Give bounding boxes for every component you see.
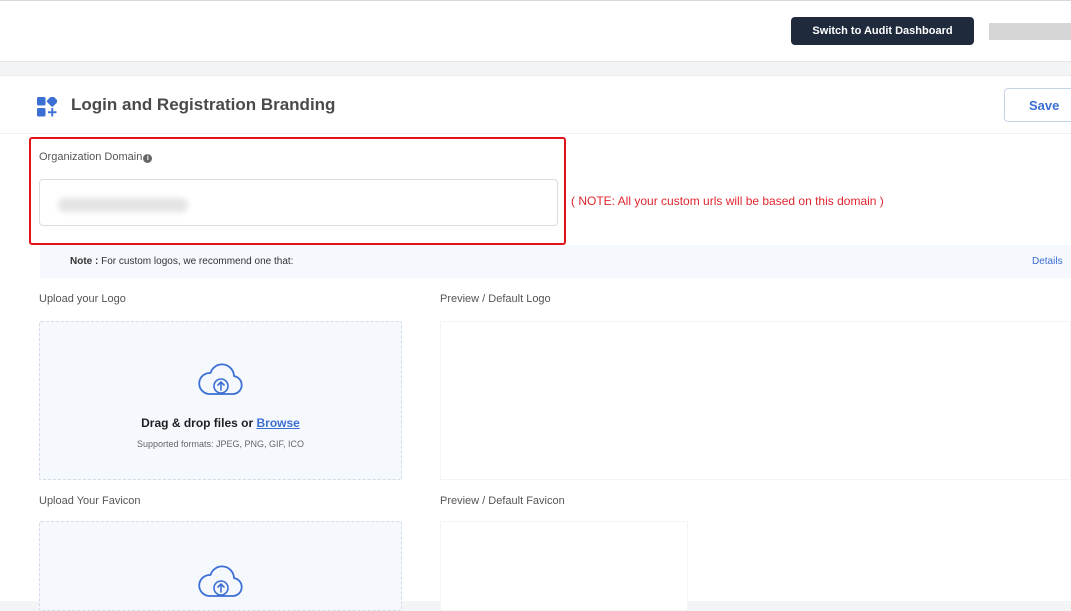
- favicon-dropzone[interactable]: [39, 521, 402, 611]
- apps-grid-icon: [37, 97, 57, 117]
- top-bar: Switch to Audit Dashboard: [0, 0, 1071, 62]
- switch-to-audit-dashboard-button[interactable]: Switch to Audit Dashboard: [791, 17, 974, 45]
- note-text: Note : For custom logos, we recommend on…: [70, 256, 293, 267]
- favicon-preview: [440, 521, 688, 611]
- note-prefix: Note :: [70, 256, 99, 267]
- browse-link[interactable]: Browse: [257, 416, 300, 430]
- preview-logo-label: Preview / Default Logo: [440, 293, 551, 305]
- info-icon[interactable]: i: [143, 154, 153, 163]
- logo-preview: [440, 321, 1071, 480]
- upload-logo-label: Upload your Logo: [39, 293, 126, 305]
- organization-domain-label: Organization Domain i: [39, 151, 153, 163]
- note-body: For custom logos, we recommend one that:: [98, 256, 294, 267]
- supported-formats: Supported formats: JPEG, PNG, GIF, ICO: [136, 439, 305, 449]
- drop-text: Drag & drop files or: [141, 416, 257, 430]
- organization-domain-label-text: Organization Domain: [39, 151, 143, 163]
- page-title: Login and Registration Branding: [71, 95, 336, 114]
- details-link[interactable]: Details: [1032, 256, 1063, 267]
- cloud-upload-icon: [198, 363, 243, 395]
- cloud-upload-icon: [198, 565, 243, 597]
- preview-favicon-label: Preview / Default Favicon: [440, 495, 565, 507]
- save-button[interactable]: Save: [1004, 88, 1071, 122]
- organization-domain-input[interactable]: [39, 179, 558, 226]
- domain-note: ( NOTE: All your custom urls will be bas…: [571, 194, 884, 208]
- drop-instruction: Drag & drop files or Browse: [40, 416, 401, 430]
- branding-panel: Login and Registration Branding Save Org…: [0, 75, 1071, 611]
- logo-note-bar: Note : For custom logos, we recommend on…: [40, 245, 1071, 278]
- user-menu-placeholder[interactable]: [989, 23, 1071, 40]
- blurred-domain-value: [58, 198, 188, 212]
- logo-dropzone[interactable]: Drag & drop files or Browse Supported fo…: [39, 321, 402, 480]
- panel-header: Login and Registration Branding Save: [0, 76, 1071, 134]
- upload-favicon-label: Upload Your Favicon: [39, 495, 141, 507]
